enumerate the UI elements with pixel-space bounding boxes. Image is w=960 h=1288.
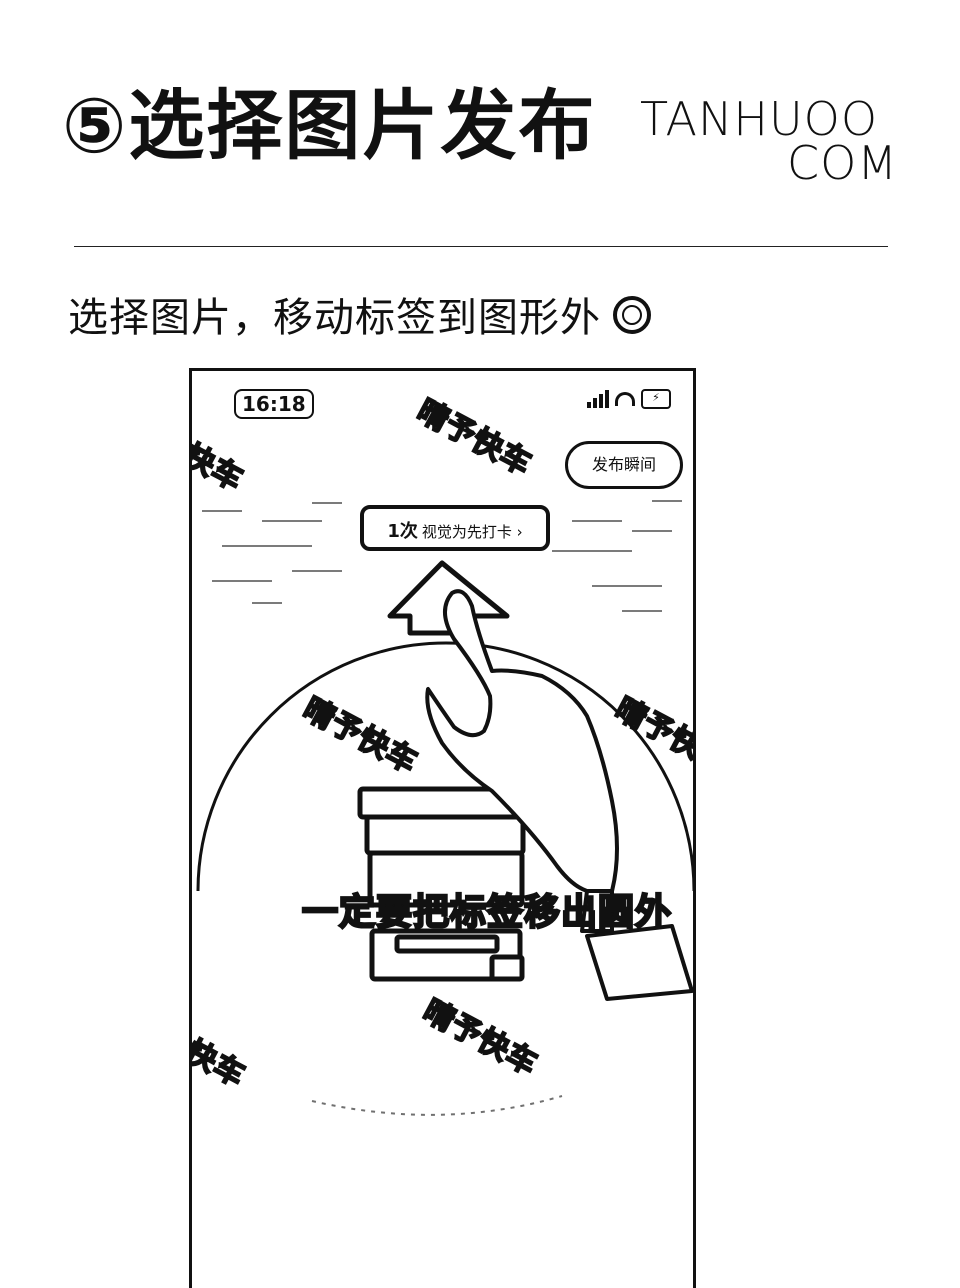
circle-icon: [613, 296, 651, 334]
instruction-text: 选择图片，移动标签到图形外: [68, 295, 601, 341]
video-caption: 一定要把标签移出圆外: [301, 891, 673, 935]
page-title: ⑤选择图片发布: [62, 81, 597, 170]
checkin-label: 视觉为先打卡 ›: [421, 523, 523, 541]
signal-icon: [587, 390, 609, 408]
checkin-count: 1次: [387, 521, 418, 542]
status-time: 16:18: [234, 389, 314, 419]
brand-logo: TANHUOO COM: [640, 96, 910, 190]
wifi-icon: [615, 392, 635, 406]
battery-icon: ⚡: [641, 389, 671, 409]
phone-screenshot: 16:18 ⚡ 发布瞬间 1次 视觉为先打卡 › 晴予快车 快车 晴予快车 晴予快…: [189, 368, 696, 1288]
publish-moment-button[interactable]: 发布瞬间: [565, 441, 683, 489]
instruction-subtitle: 选择图片，移动标签到图形外: [68, 296, 651, 338]
checkin-tag[interactable]: 1次 视觉为先打卡 ›: [360, 505, 550, 551]
divider: [74, 246, 888, 247]
status-icons: ⚡: [587, 389, 671, 409]
logo-line-2: COM: [786, 135, 898, 190]
